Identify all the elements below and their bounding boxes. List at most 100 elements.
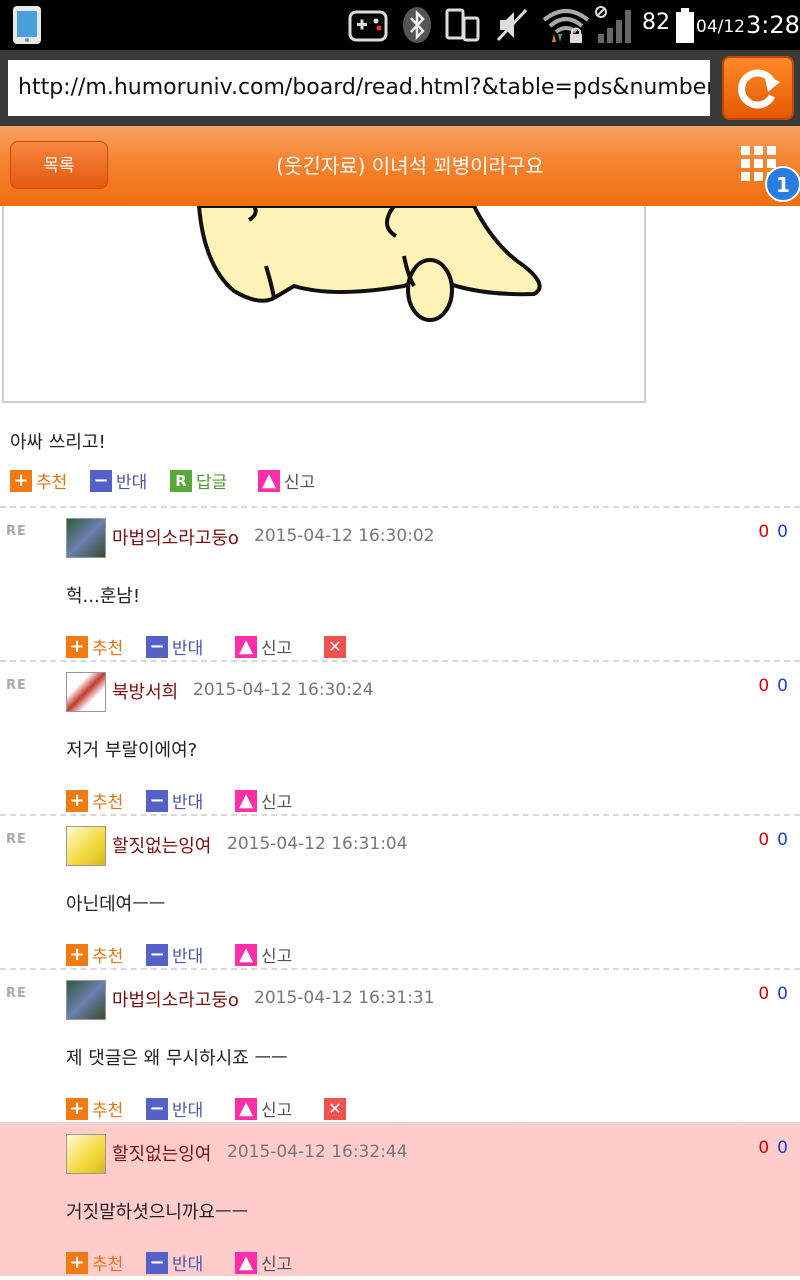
- down-count: 0: [777, 830, 788, 850]
- delete-button[interactable]: ✕: [324, 1098, 350, 1124]
- comment-time: 2015-04-12 16:30:24: [193, 680, 374, 700]
- screen-rotate-icon: [445, 8, 480, 42]
- reply-arrow-icon: RE: [6, 524, 27, 539]
- battery-percent: 82: [642, 10, 670, 35]
- comment-author[interactable]: 마법의소라고둥o: [112, 524, 239, 550]
- plus-icon: +: [66, 1098, 88, 1120]
- comment-author[interactable]: 북방서희: [112, 678, 178, 704]
- page-header: 목록 (웃긴자료) 이녀석 꾀병이라구요: [0, 126, 800, 206]
- oppose-button[interactable]: − 반대: [146, 790, 203, 816]
- report-button[interactable]: ▲ 신고: [258, 470, 315, 496]
- up-count: 0: [758, 522, 770, 542]
- comment-text: 헉...훈남!: [66, 586, 141, 607]
- up-count: 0: [758, 1138, 770, 1158]
- up-count: 0: [758, 984, 770, 1004]
- comment-author[interactable]: 할짓없는잉여: [112, 832, 211, 858]
- report-button[interactable]: ▲ 신고: [235, 636, 292, 662]
- recommend-button[interactable]: + 추천: [66, 790, 123, 816]
- avatar[interactable]: [66, 518, 106, 558]
- siren-icon: ▲: [235, 1252, 257, 1274]
- bluetooth-icon: [403, 7, 431, 43]
- close-icon: ✕: [324, 1098, 346, 1120]
- battery-icon: [676, 8, 694, 43]
- report-button[interactable]: ▲ 신고: [235, 790, 292, 816]
- plus-icon: +: [66, 944, 88, 966]
- plus-icon: +: [66, 790, 88, 812]
- mute-icon: [496, 8, 528, 42]
- oppose-button[interactable]: − 반대: [146, 636, 203, 662]
- comment-time: 2015-04-12 16:31:31: [254, 988, 435, 1008]
- comment-text: 제 댓글은 왜 무시하시죠 ㅡㅡ: [66, 1048, 288, 1069]
- comment-item: 할짓없는잉여 2015-04-12 16:32:44 0 0 거짓말하셧으니까요ㅡㅡ + 추…: [0, 1122, 800, 1276]
- reload-button[interactable]: [722, 56, 794, 120]
- delete-button[interactable]: ✕: [324, 636, 350, 662]
- down-count: 0: [777, 522, 788, 542]
- minus-icon: −: [146, 1252, 168, 1274]
- post-actions: + 추천 − 반대 R 답글 ▲ 신고: [10, 470, 510, 496]
- signal-icon: [595, 6, 631, 43]
- reply-icon: R: [170, 470, 192, 492]
- reply-arrow-icon: RE: [6, 678, 27, 693]
- oppose-button[interactable]: − 반대: [90, 470, 147, 496]
- close-icon: ✕: [324, 636, 346, 658]
- minus-icon: −: [146, 1098, 168, 1120]
- comment-actions: + 추천 − 반대 ▲ 신고: [66, 1252, 766, 1278]
- comment-item: RE 할짓없는잉여 2015-04-12 16:31:04 0 0 아닌데여ㅡㅡ + 추천 − 반…: [0, 814, 800, 968]
- avatar[interactable]: [66, 672, 106, 712]
- up-count: 0: [758, 830, 770, 850]
- reply-arrow-icon: RE: [6, 832, 27, 847]
- vote-counts: 00: [758, 676, 788, 696]
- notification-badge[interactable]: 1: [765, 166, 800, 202]
- url-field[interactable]: http://m.humoruniv.com/board/read.html?&…: [8, 60, 710, 116]
- minus-icon: −: [146, 944, 168, 966]
- vote-counts: 00: [758, 522, 788, 542]
- siren-icon: ▲: [235, 944, 257, 966]
- reply-button[interactable]: R 답글: [170, 470, 227, 496]
- comment-item: RE 마법의소라고둥o 2015-04-12 16:31:31 0 0 제 댓글은 왜 무…: [0, 968, 800, 1122]
- report-button[interactable]: ▲ 신고: [235, 1098, 292, 1124]
- vote-counts: 00: [758, 1138, 788, 1158]
- comment-actions: + 추천 − 반대 ▲ 신고 ✕: [66, 1098, 766, 1124]
- recommend-button[interactable]: + 추천: [66, 1252, 123, 1278]
- oppose-button[interactable]: − 반대: [146, 1098, 203, 1124]
- vote-counts: 00: [758, 984, 788, 1004]
- list-button[interactable]: 목록: [10, 141, 108, 189]
- avatar[interactable]: [66, 980, 106, 1020]
- minus-icon: −: [146, 636, 168, 658]
- oppose-button[interactable]: − 반대: [146, 1252, 203, 1278]
- recommend-button[interactable]: + 추천: [66, 636, 123, 662]
- comment-item: RE 마법의소라고둥o 2015-04-12 16:30:02 0 0 헉...훈남! + 추…: [0, 506, 800, 660]
- recommend-button[interactable]: + 추천: [66, 1098, 123, 1124]
- recommend-button[interactable]: + 추천: [66, 944, 123, 970]
- minus-icon: −: [146, 790, 168, 812]
- status-date: 04/12: [696, 17, 745, 37]
- report-button[interactable]: ▲ 신고: [235, 1252, 292, 1278]
- comment-actions: + 추천 − 반대 ▲ 신고: [66, 944, 766, 970]
- avatar[interactable]: [66, 1134, 106, 1174]
- comment-text: 거짓말하셧으니까요ㅡㅡ: [66, 1202, 249, 1223]
- comment-actions: + 추천 − 반대 ▲ 신고 ✕: [66, 636, 766, 662]
- oppose-button[interactable]: − 반대: [146, 944, 203, 970]
- reload-icon: [738, 69, 780, 109]
- down-count: 0: [777, 676, 788, 696]
- wifi-icon: [542, 9, 590, 43]
- comment-time: 2015-04-12 16:32:44: [227, 1142, 408, 1162]
- siren-icon: ▲: [235, 636, 257, 658]
- comment-author[interactable]: 할짓없는잉여: [112, 1140, 211, 1166]
- comment-author[interactable]: 마법의소라고둥o: [112, 986, 239, 1012]
- up-count: 0: [758, 676, 770, 696]
- recommend-button[interactable]: + 추천: [10, 470, 67, 496]
- reply-arrow-icon: RE: [6, 986, 27, 1001]
- status-bar: 82 04/12 3:28: [0, 0, 800, 50]
- cartoon-dog-illustration: [196, 206, 542, 322]
- comment-text: 아닌데여ㅡㅡ: [66, 894, 166, 915]
- plus-icon: +: [66, 636, 88, 658]
- plus-icon: +: [10, 470, 32, 492]
- comment-actions: + 추천 − 반대 ▲ 신고: [66, 790, 766, 816]
- report-button[interactable]: ▲ 신고: [235, 944, 292, 970]
- status-time: 3:28: [746, 11, 800, 39]
- comment-item: RE 북방서희 2015-04-12 16:30:24 0 0 저거 부랄이에여? + 추천 −…: [0, 660, 800, 814]
- siren-icon: ▲: [235, 790, 257, 812]
- avatar[interactable]: [66, 826, 106, 866]
- vote-counts: 00: [758, 830, 788, 850]
